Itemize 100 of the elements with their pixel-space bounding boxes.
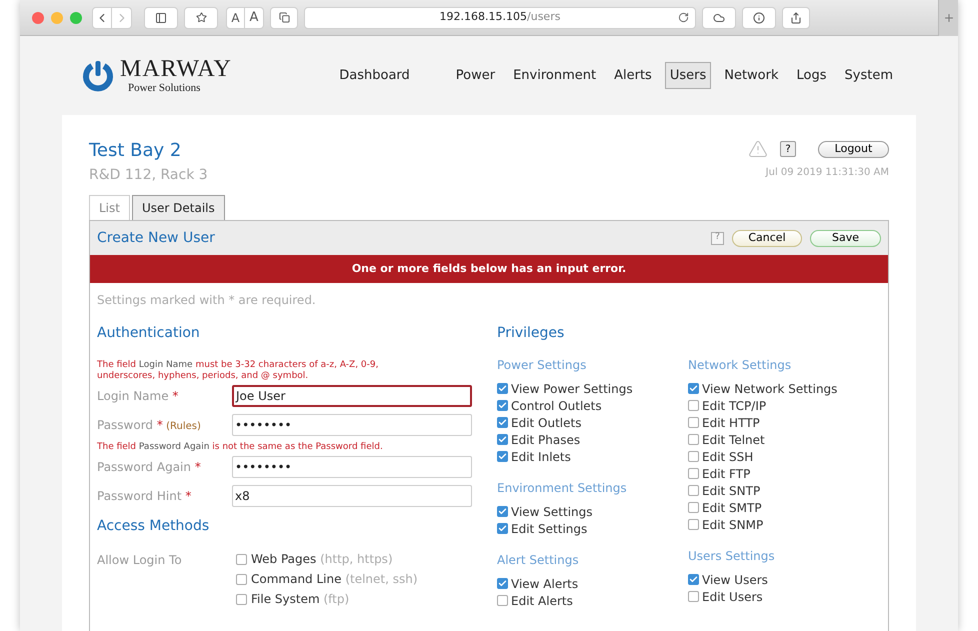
- checkbox-label[interactable]: Edit TCP/IP: [702, 396, 766, 414]
- share-icon: [790, 12, 802, 24]
- checkbox-label[interactable]: Edit SSH: [702, 448, 754, 466]
- input-field[interactable]: ••••••••: [232, 414, 472, 436]
- nav-link[interactable]: Logs: [792, 62, 832, 90]
- field-label: Password Hint *: [97, 488, 192, 505]
- checkbox[interactable]: [688, 383, 699, 394]
- checkbox[interactable]: [236, 574, 247, 584]
- checkbox[interactable]: [497, 434, 508, 445]
- warning-icon[interactable]: [748, 139, 768, 159]
- logout-button[interactable]: Logout: [818, 140, 889, 158]
- cancel-button[interactable]: Cancel: [732, 230, 802, 246]
- checkbox-label[interactable]: File System (ftp): [251, 590, 350, 608]
- checkbox-label[interactable]: Edit Phases: [511, 430, 580, 448]
- share-button[interactable]: [782, 6, 810, 28]
- checkbox[interactable]: [497, 417, 508, 428]
- logo-tagline: Power Solutions: [128, 83, 202, 94]
- save-button[interactable]: Save: [810, 230, 881, 246]
- checkbox[interactable]: [688, 400, 699, 411]
- tab[interactable]: List: [89, 195, 130, 220]
- checkbox[interactable]: [497, 595, 508, 606]
- checkbox[interactable]: [497, 578, 508, 589]
- cloud-icon: [713, 12, 725, 24]
- nav-link[interactable]: Alerts: [609, 62, 657, 90]
- checkbox-label[interactable]: View Settings: [511, 502, 593, 520]
- checkbox[interactable]: [688, 519, 699, 530]
- info-button[interactable]: [742, 6, 776, 28]
- sidebar-icon: [155, 12, 167, 24]
- checkbox[interactable]: [688, 468, 699, 479]
- input-field[interactable]: x8: [232, 485, 472, 507]
- checkbox[interactable]: [688, 485, 699, 496]
- group-heading: Alert Settings: [497, 552, 580, 569]
- checkbox-label[interactable]: Control Outlets: [511, 396, 602, 414]
- cloud-button[interactable]: [702, 6, 736, 28]
- date-time: Jul 09 2019 11:31:30 AM: [766, 166, 889, 180]
- nav-link[interactable]: System: [840, 62, 898, 90]
- checkbox[interactable]: [688, 451, 699, 462]
- tabs-icon: [278, 12, 290, 23]
- font-size-button[interactable]: A: [226, 6, 245, 28]
- font-size-button[interactable]: A: [245, 6, 264, 28]
- checkbox-label[interactable]: View Network Settings: [702, 380, 838, 398]
- checkbox[interactable]: [688, 574, 699, 585]
- checkbox[interactable]: [236, 594, 247, 604]
- checkbox[interactable]: [497, 506, 508, 517]
- section-heading: Access Methods: [97, 517, 210, 536]
- checkbox[interactable]: [688, 502, 699, 513]
- checkbox-label[interactable]: Edit Alerts: [511, 592, 573, 610]
- checkbox-label[interactable]: Edit Users: [702, 588, 763, 606]
- checkbox-label[interactable]: Edit SNMP: [702, 516, 764, 534]
- checkbox[interactable]: [688, 591, 699, 602]
- checkbox[interactable]: [236, 554, 247, 564]
- nav-link[interactable]: Environment: [508, 62, 602, 90]
- input-field[interactable]: ••••••••: [232, 456, 472, 478]
- sidebar-button[interactable]: [144, 6, 178, 28]
- checkbox-label[interactable]: Edit SNTP: [702, 482, 760, 500]
- validation-error: The field Password Again is not the same as the Password field.: [97, 442, 384, 453]
- minimize-window-icon[interactable]: [51, 12, 63, 24]
- nav-link[interactable]: Users: [664, 62, 712, 90]
- checkbox-label[interactable]: Edit Settings: [511, 520, 588, 538]
- group-heading: Users Settings: [688, 548, 776, 565]
- url-text: 192.168.15.105/users: [440, 9, 560, 26]
- nav-link[interactable]: Dashboard: [334, 62, 415, 90]
- bookmarks-button[interactable]: [184, 6, 218, 28]
- nav-link[interactable]: Network: [719, 62, 784, 90]
- checkbox[interactable]: [688, 434, 699, 445]
- checkbox[interactable]: [497, 383, 508, 394]
- checkbox-label[interactable]: Web Pages (http, https): [251, 550, 393, 568]
- checkbox-label[interactable]: Edit Outlets: [511, 414, 582, 432]
- checkbox[interactable]: [497, 400, 508, 411]
- reload-icon[interactable]: [678, 12, 689, 23]
- checkbox[interactable]: [497, 523, 508, 534]
- checkbox-label[interactable]: View Alerts: [511, 574, 578, 592]
- address-bar[interactable]: 192.168.15.105/users: [304, 6, 696, 28]
- new-tab-button[interactable]: [938, 0, 958, 36]
- checkbox-label[interactable]: View Power Settings: [511, 380, 633, 398]
- tab[interactable]: User Details: [132, 195, 225, 220]
- back-button[interactable]: [92, 6, 112, 28]
- panel-title: Create New User: [97, 228, 216, 248]
- field-label: Password Again *: [97, 459, 202, 476]
- close-window-icon[interactable]: [32, 12, 44, 24]
- checkbox-label[interactable]: Edit Inlets: [511, 448, 571, 466]
- nav-link[interactable]: Power: [450, 62, 500, 90]
- checkbox[interactable]: [688, 417, 699, 428]
- checkbox-label[interactable]: Edit Telnet: [702, 430, 765, 448]
- checkbox-label[interactable]: Edit HTTP: [702, 414, 760, 432]
- section-heading: Authentication: [97, 324, 201, 343]
- star-icon: [196, 12, 206, 23]
- checkbox-label[interactable]: Edit FTP: [702, 464, 750, 482]
- logo-name: MARWAY: [120, 57, 232, 81]
- checkbox-label[interactable]: Command Line (telnet, ssh): [251, 570, 418, 588]
- forward-button[interactable]: [112, 6, 132, 28]
- checkbox[interactable]: [497, 451, 508, 462]
- input-field[interactable]: Joe User: [232, 385, 472, 407]
- tabs-button[interactable]: [270, 6, 298, 28]
- field-label: Login Name *: [97, 388, 180, 405]
- help-button[interactable]: ?: [780, 141, 796, 157]
- logo[interactable]: MARWAY Power Solutions: [82, 57, 290, 94]
- checkbox-label[interactable]: Edit SMTP: [702, 498, 762, 516]
- zoom-window-icon[interactable]: [70, 12, 82, 24]
- checkbox-label[interactable]: View Users: [702, 570, 768, 588]
